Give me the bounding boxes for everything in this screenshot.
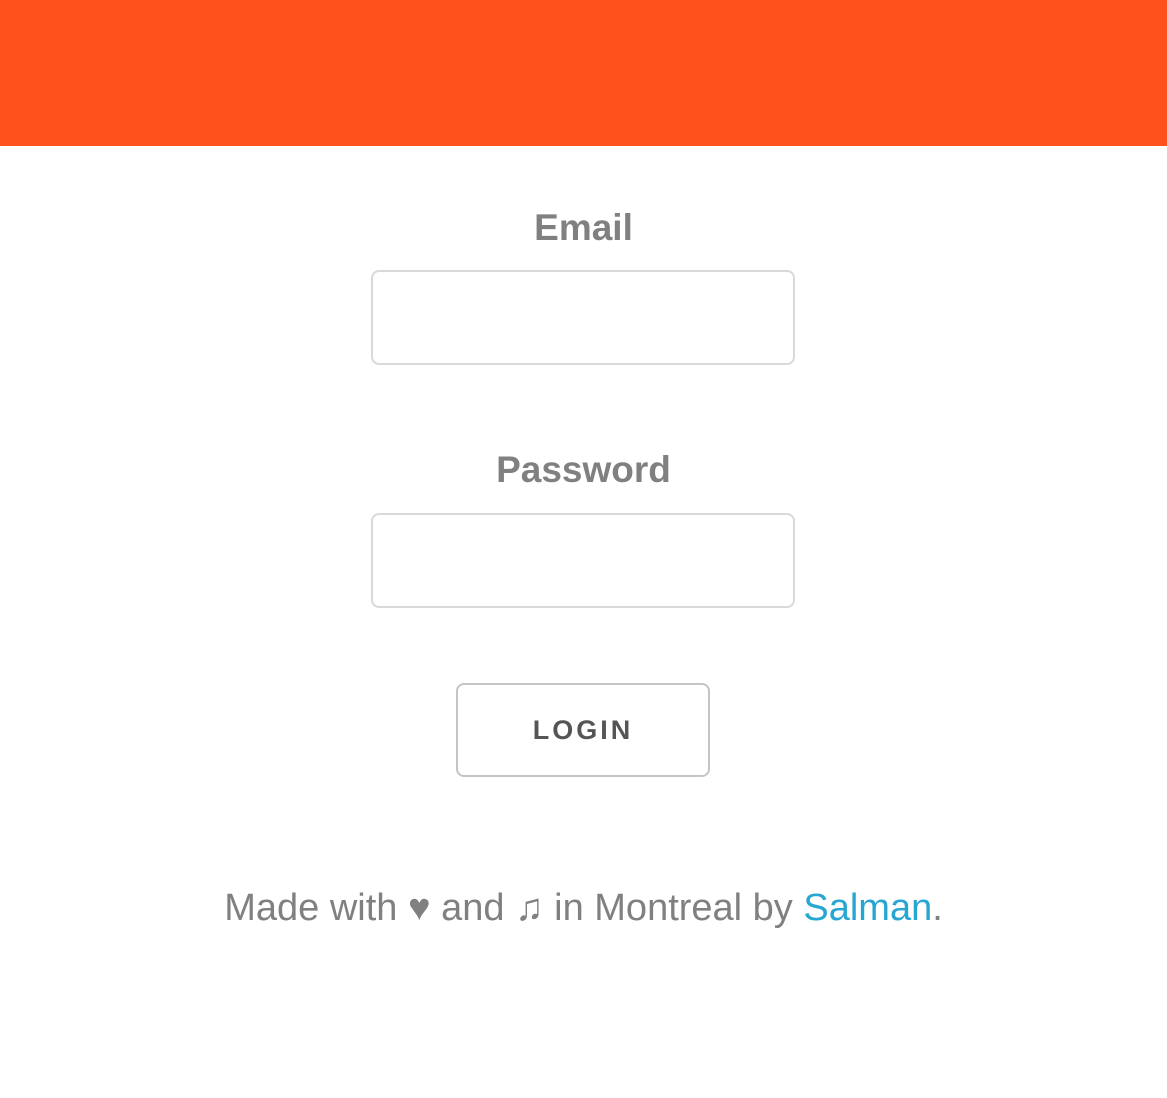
email-label: Email bbox=[534, 207, 633, 248]
password-input[interactable] bbox=[371, 513, 795, 608]
heart-icon: ♥ bbox=[407, 887, 431, 929]
author-link[interactable]: Salman bbox=[803, 887, 932, 929]
footer-credit: Made with ♥ and ♫ in Montreal by Salman. bbox=[0, 884, 1167, 932]
footer-location-text: in Montreal by bbox=[554, 887, 793, 929]
email-input[interactable] bbox=[371, 270, 795, 365]
login-button[interactable]: LOGIN bbox=[456, 683, 710, 777]
music-note-icon: ♫ bbox=[515, 887, 544, 929]
password-label: Password bbox=[496, 449, 671, 490]
footer-prefix-text: Made with bbox=[224, 887, 398, 929]
footer-and-text: and bbox=[441, 887, 505, 929]
footer-end-text: . bbox=[932, 887, 943, 929]
header-bar bbox=[0, 0, 1167, 146]
